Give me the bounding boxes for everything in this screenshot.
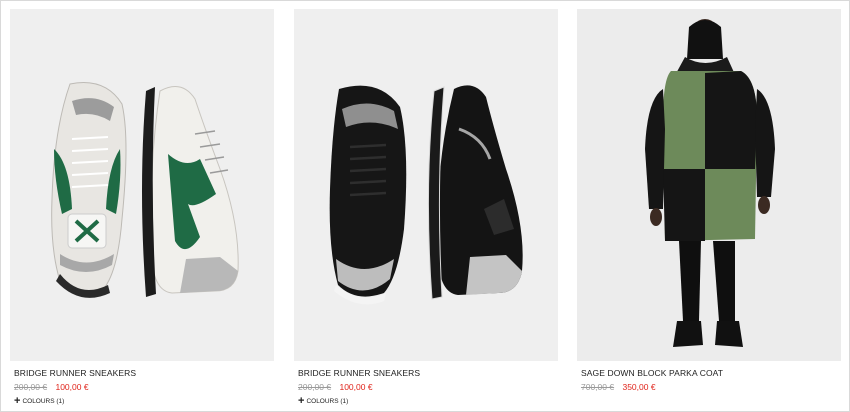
product-card[interactable]: BRIDGE RUNNER SNEAKERS 200,00 € 100,00 €… [10,9,274,407]
product-name[interactable]: BRIDGE RUNNER SNEAKERS [298,368,558,378]
product-image[interactable] [294,9,558,361]
product-card[interactable]: BRIDGE RUNNER SNEAKERS 200,00 € 100,00 €… [294,9,558,407]
original-price: 200,00 € [298,382,332,392]
original-price: 700,00 € [581,382,615,392]
product-image[interactable] [577,9,841,361]
product-name[interactable]: BRIDGE RUNNER SNEAKERS [14,368,274,378]
colours-label: COLOURS (1) [306,397,349,405]
black-sneakers-image [294,9,558,361]
product-grid: BRIDGE RUNNER SNEAKERS 200,00 € 100,00 €… [0,0,850,412]
product-card[interactable]: SAGE DOWN BLOCK PARKA COAT 700,00 € 350,… [577,9,841,392]
sale-price: 100,00 € [339,382,373,392]
product-prices: 200,00 € 100,00 € [14,382,274,392]
colours-toggle[interactable]: + COLOURS (1) [14,395,274,407]
colours-toggle[interactable]: + COLOURS (1) [298,395,558,407]
product-image[interactable] [10,9,274,361]
plus-icon: + [14,395,21,407]
product-prices: 200,00 € 100,00 € [298,382,558,392]
product-name[interactable]: SAGE DOWN BLOCK PARKA COAT [581,368,841,378]
plus-icon: + [298,395,305,407]
sale-price: 350,00 € [622,382,656,392]
parka-model-image [577,9,841,361]
white-green-sneakers-image [10,9,274,361]
original-price: 200,00 € [14,382,48,392]
colours-label: COLOURS (1) [22,397,65,405]
product-prices: 700,00 € 350,00 € [581,382,841,392]
sale-price: 100,00 € [55,382,89,392]
